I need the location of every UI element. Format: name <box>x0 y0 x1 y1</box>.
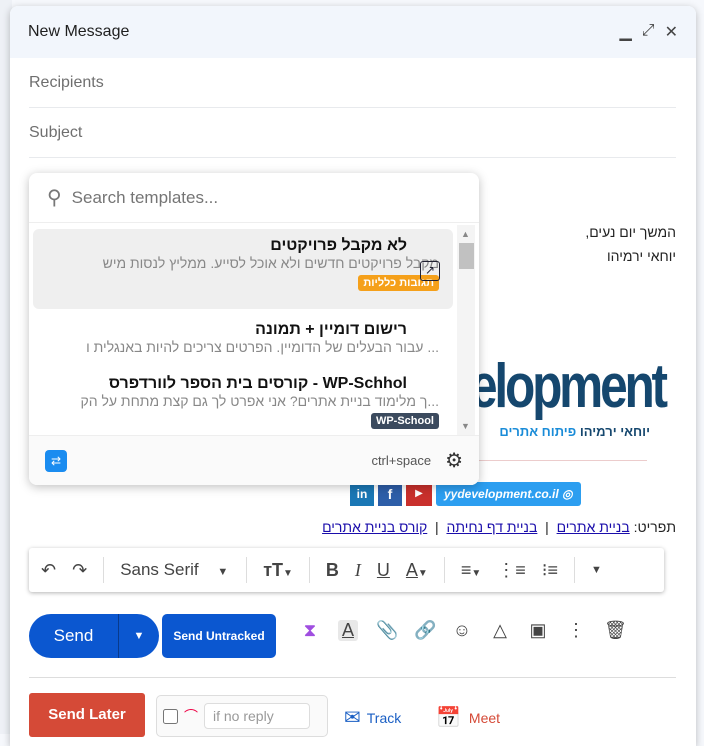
youtube-icon[interactable]: ▶ <box>406 482 432 506</box>
no-reply-reminder: ⌒ if no reply <box>156 695 328 737</box>
subject-field[interactable]: Subject <box>29 108 676 158</box>
boomerang-icon: ⌒ <box>184 708 198 724</box>
track-label: Track <box>366 709 402 726</box>
undo-icon[interactable]: ↶ <box>41 560 56 581</box>
close-icon[interactable]: ✕ <box>665 22 678 42</box>
app-logo-icon: ⇄ <box>45 449 67 472</box>
redo-icon[interactable]: ↷ <box>72 560 87 581</box>
link-website-building[interactable]: בניית אתרים <box>557 519 630 535</box>
fullscreen-icon[interactable]: ⤢ <box>642 22 655 42</box>
logo-name: יוחאי ירמיהו <box>579 424 650 439</box>
attach-icon[interactable]: 📎 <box>376 620 398 641</box>
calendar-icon: 📅 <box>436 707 461 729</box>
body-line: המשך יום נעים, <box>585 224 676 240</box>
drive-icon[interactable]: △ <box>490 620 510 641</box>
emoji-icon[interactable]: ☺ <box>452 620 472 641</box>
window-title: New Message <box>28 23 130 40</box>
send-label: Send <box>29 614 119 658</box>
reminder-checkbox[interactable] <box>163 708 178 724</box>
website-badge[interactable]: yydevelopment.co.il ◎ <box>436 482 581 506</box>
template-list: לא מקבל פרויקטים מקבל פרויקטים חדשים ולא… <box>29 225 457 435</box>
template-title: WP-Schhol - קורסים בית הספר לוורדפרס <box>108 375 407 392</box>
more-options-icon[interactable]: ⋮ <box>566 620 586 641</box>
font-select[interactable]: Sans Serif ▼ <box>120 560 230 580</box>
more-formatting-icon[interactable]: ▼ <box>591 564 602 576</box>
logo-tag: פיתוח אתרים <box>499 424 577 439</box>
divider <box>29 677 676 678</box>
font-name: Sans Serif <box>120 560 199 579</box>
bulleted-list-icon[interactable]: ⁝≡ <box>542 560 558 581</box>
website-text: yydevelopment.co.il <box>444 487 559 501</box>
photo-icon[interactable]: ▣ <box>528 620 548 641</box>
search-icon: ⚲ <box>47 187 62 209</box>
numbered-list-icon[interactable]: ⋮≡ <box>497 560 526 581</box>
compose-tools: ⧗ A 📎 🔗 ☺ △ ▣ ⋮ 🗑 <box>300 620 627 641</box>
logo-subtitle: יוחאי ירמיהו פיתוח אתרים <box>478 424 650 439</box>
menu-label: תפריט: <box>633 519 676 535</box>
meet-label: Meet <box>468 709 501 726</box>
formatting-toggle-icon[interactable]: A <box>338 620 358 641</box>
shortcut-hint: ctrl+space <box>371 453 432 468</box>
facebook-icon[interactable]: f <box>378 482 402 506</box>
link-course[interactable]: קורס בניית אתרים <box>322 519 427 535</box>
linkedin-icon[interactable]: in <box>350 482 374 506</box>
template-item[interactable]: לא מקבל פרויקטים מקבל פרויקטים חדשים ולא… <box>33 229 453 309</box>
template-snippet: ...ך מלימוד בניית אתרים? אני אפרט לך גם … <box>80 393 439 409</box>
text-size-icon[interactable]: тT▼ <box>263 560 293 581</box>
templates-popup: ⚲ לא מקבל פרויקטים מקבל פרויקטים חדשים ו… <box>29 173 479 485</box>
compose-header: New Message ▁ ⤢ ✕ <box>10 6 696 58</box>
gear-icon[interactable]: ⚙ <box>445 448 463 473</box>
signature-logo: elopment <box>470 352 668 421</box>
link-icon[interactable]: 🔗 <box>414 620 436 641</box>
send-button[interactable]: Send ▼ <box>29 614 159 658</box>
search-input[interactable] <box>71 187 432 208</box>
text-color-icon[interactable]: A▼ <box>406 560 428 581</box>
bold-icon[interactable]: B <box>326 560 339 581</box>
template-title: לא מקבל פרויקטים <box>270 237 407 254</box>
template-snippet: ... עבור הבעלים של הדומיין. הפרטים צריכי… <box>86 339 439 355</box>
template-search: ⚲ <box>29 173 479 223</box>
minimize-icon[interactable]: ▁ <box>619 22 631 42</box>
italic-icon[interactable]: I <box>355 560 361 581</box>
no-reply-input[interactable]: if no reply <box>204 703 310 729</box>
track-envelope-icon: ✉ <box>344 707 361 729</box>
template-item[interactable]: WP-Schhol - קורסים בית הספר לוורדפרס ...… <box>33 367 453 435</box>
recipients-field[interactable]: Recipients <box>29 58 676 108</box>
underline-icon[interactable]: U <box>377 560 390 581</box>
link-landing-page[interactable]: בניית דף נחיתה <box>446 519 537 535</box>
align-icon[interactable]: ≡▼ <box>461 560 481 581</box>
send-later-button[interactable]: Send Later <box>29 693 145 737</box>
hourglass-icon[interactable]: ⧗ <box>300 620 320 641</box>
template-title: רישום דומיין + תמונה <box>255 321 407 338</box>
template-tag: WP-School <box>370 413 439 429</box>
send-untracked-button[interactable]: Send Untracked <box>162 614 276 658</box>
send-options-icon[interactable]: ▼ <box>119 630 159 642</box>
template-snippet: מקבל פרויקטים חדשים ולא אוכל לסייע. ממלי… <box>102 255 439 271</box>
body-line: יוחאי ירמיהו <box>607 248 676 264</box>
social-icons: in f ▶ yydevelopment.co.il ◎ <box>350 482 581 506</box>
meet-button[interactable]: 📅 Meet <box>436 705 500 730</box>
templates-footer: ⇄ ctrl+space ⚙ <box>29 435 479 485</box>
template-item[interactable]: רישום דומיין + תמונה ... עבור הבעלים של … <box>33 313 453 363</box>
menu-links: תפריט: בניית אתרים | בניית דף נחיתה | קו… <box>322 519 676 535</box>
trash-icon[interactable]: 🗑 <box>604 620 627 641</box>
track-button[interactable]: ✉ Track <box>344 705 401 730</box>
open-external-icon[interactable]: ↗ <box>420 261 440 281</box>
scrollbar[interactable]: ▲ ▼ <box>457 225 475 435</box>
divider <box>475 460 647 461</box>
formatting-toolbar: ↶ ↷ Sans Serif ▼ тT▼ B I U A▼ ≡▼ ⋮≡ ⁝≡ ▼ <box>29 548 664 592</box>
